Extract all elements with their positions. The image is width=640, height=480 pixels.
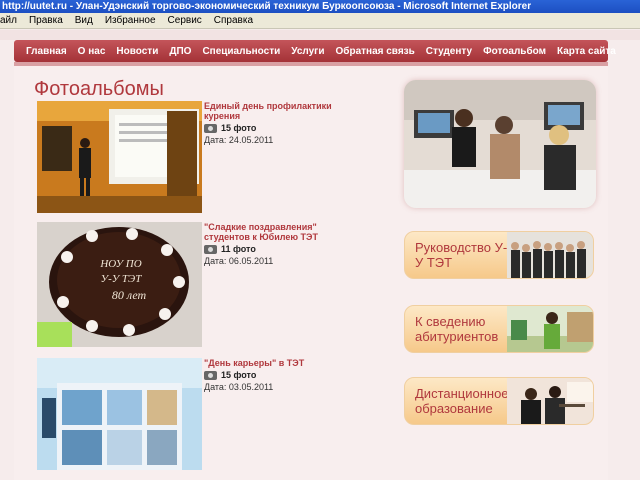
- album-link-3[interactable]: "День карьеры" в ТЭТ: [204, 358, 354, 368]
- menu-bar: айл Правка Вид Избранное Сервис Справка: [0, 13, 640, 29]
- album-photo-3[interactable]: [37, 358, 202, 470]
- nav-sitemap[interactable]: Карта сайта: [557, 46, 616, 57]
- cake-text-1: НОУ ПО: [99, 258, 141, 270]
- page-top-band: [0, 30, 640, 40]
- menu-tools[interactable]: Сервис: [168, 15, 202, 26]
- album-date: Дата: 24.05.2011: [204, 135, 274, 145]
- banner-text: К сведению абитуриентов: [415, 314, 499, 344]
- menu-edit[interactable]: Правка: [29, 15, 63, 26]
- nav-student[interactable]: Студенту: [426, 46, 472, 57]
- photo-count: 11 фото: [221, 244, 256, 254]
- camera-icon: [204, 244, 217, 254]
- banner-text: Руководство У-У ТЭТ: [415, 240, 508, 270]
- nav-photoalbum[interactable]: Фотоальбом: [483, 46, 546, 57]
- menu-view[interactable]: Вид: [75, 15, 93, 26]
- cake-text-3: 80 лет: [112, 288, 147, 302]
- album-photo-2[interactable]: НОУ ПО У-У ТЭТ 80 лет: [37, 222, 202, 347]
- album-date: Дата: 03.05.2011: [204, 382, 274, 392]
- banner-management[interactable]: Руководство У-У ТЭТ: [404, 231, 594, 279]
- nav-services[interactable]: Услуги: [291, 46, 324, 57]
- menu-help[interactable]: Справка: [214, 15, 253, 26]
- featured-photo[interactable]: [404, 80, 596, 208]
- banner-distance[interactable]: Дистанционное образование: [404, 377, 594, 425]
- nav-home[interactable]: Главная: [26, 46, 67, 57]
- photo-count: 15 фото: [221, 123, 257, 133]
- banner-text: Дистанционное образование: [415, 386, 509, 416]
- page-title: Фотоальбомы: [34, 78, 164, 100]
- photo-count: 15 фото: [221, 370, 257, 380]
- banner-applicants[interactable]: К сведению абитуриентов: [404, 305, 594, 353]
- cake-text-2: У-У ТЭТ: [101, 273, 143, 285]
- nav-about[interactable]: О нас: [78, 46, 106, 57]
- site-nav: Главная О нас Новости ДПО Специальности …: [14, 40, 616, 62]
- album-photo-1[interactable]: [37, 101, 202, 213]
- camera-icon: [204, 370, 217, 380]
- nav-news[interactable]: Новости: [116, 46, 158, 57]
- window-title: http://uutet.ru - Улан-Удэнский торгово-…: [0, 0, 640, 13]
- nav-specialties[interactable]: Специальности: [202, 46, 280, 57]
- nav-feedback[interactable]: Обратная связь: [336, 46, 415, 57]
- camera-icon: [204, 123, 217, 133]
- menu-favorites[interactable]: Избранное: [105, 15, 156, 26]
- album-link-2[interactable]: "Сладкие поздравления" студентов к Юбиле…: [204, 222, 354, 242]
- album-date: Дата: 06.05.2011: [204, 256, 274, 266]
- nav-dpo[interactable]: ДПО: [169, 46, 191, 57]
- album-link-1[interactable]: Единый день профилактики курения: [204, 101, 354, 121]
- menu-file[interactable]: айл: [0, 15, 17, 26]
